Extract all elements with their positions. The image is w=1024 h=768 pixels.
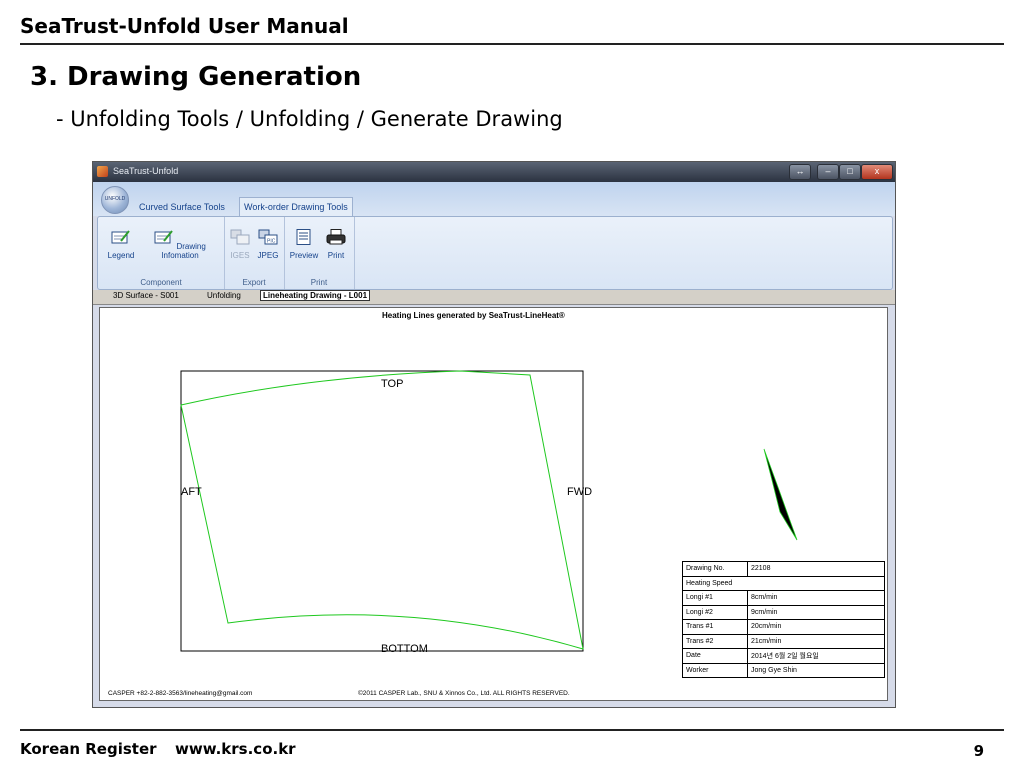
table-row: Heating Speed <box>682 575 885 591</box>
ribbon-panel: Legend Drawing Infomation Component IGES… <box>97 216 893 290</box>
info-value: 2014년 6월 2일 월요일 <box>747 648 885 664</box>
info-key: Trans #2 <box>682 633 748 649</box>
surface-preview-shape <box>763 448 798 541</box>
application-orb-button[interactable]: UNFOLD <box>101 186 129 214</box>
jpeg-label: JPEG <box>257 251 279 260</box>
window-title: SeaTrust-Unfold <box>113 166 179 176</box>
legend-label: Legend <box>107 251 135 260</box>
maximize-button[interactable]: □ <box>839 164 861 180</box>
info-value: Jong Gye Shin <box>747 662 885 678</box>
copyright-text: ©2011 CASPER Lab., SNU & Xinnos Co., Ltd… <box>358 689 570 697</box>
table-row: Longi #1 8cm/min <box>682 590 885 606</box>
svg-text:PIC: PIC <box>267 239 276 245</box>
jpeg-button[interactable]: PIC JPEG <box>254 229 282 260</box>
label-bottom: BOTTOM <box>381 643 428 655</box>
info-key: Longi #1 <box>682 590 748 606</box>
table-row: Trans #2 21cm/min <box>682 633 885 649</box>
iges-icon <box>230 229 250 245</box>
ribbon-group-export: IGES PIC JPEG Export <box>224 217 285 289</box>
table-row: Drawing No. 22108 <box>682 561 885 577</box>
section-title: 3. Drawing Generation <box>30 62 362 92</box>
info-value: 20cm/min <box>747 619 885 635</box>
info-key: Drawing No. <box>682 561 748 577</box>
jpeg-icon: PIC <box>258 229 278 245</box>
info-value: 8cm/min <box>747 590 885 606</box>
contact-text: CASPER +82-2-882-3563/lineheating@gmail.… <box>108 690 252 697</box>
info-key: Date <box>682 648 748 664</box>
orb-label: UNFOLD <box>104 196 126 202</box>
preview-button[interactable]: Preview <box>286 229 322 260</box>
page-number: 9 <box>973 742 984 760</box>
manual-header: SeaTrust-Unfold User Manual <box>20 14 349 38</box>
printer-icon <box>326 229 346 245</box>
footer-url[interactable]: www.krs.co.kr <box>175 740 296 758</box>
drawing-info-table: Drawing No. 22108 Heating Speed Longi #1 8… <box>682 561 885 678</box>
legend-button[interactable]: Legend <box>104 229 138 260</box>
footer-divider <box>20 729 1004 731</box>
info-key: Heating Speed <box>682 575 885 591</box>
drawing-information-button[interactable]: Drawing Infomation <box>138 229 222 260</box>
table-row: Longi #2 9cm/min <box>682 604 885 620</box>
restore-button[interactable]: ↔ <box>789 164 811 180</box>
info-key: Longi #2 <box>682 604 748 620</box>
info-key: Worker <box>682 662 748 678</box>
label-aft: AFT <box>181 486 202 498</box>
tab-lineheating-drawing[interactable]: Lineheating Drawing - L001 <box>260 290 371 301</box>
info-key: Trans #1 <box>682 619 748 635</box>
app-window: SeaTrust-Unfold ↔ – □ x UNFOLD Curved Su… <box>92 161 896 708</box>
component-group-label: Component <box>140 278 182 287</box>
preview-label: Preview <box>289 251 319 260</box>
section-path: - Unfolding Tools / Unfolding / Generate… <box>56 107 563 131</box>
tab-curved-surface-tools[interactable]: Curved Surface Tools <box>135 198 229 216</box>
print-button[interactable]: Print <box>322 229 350 260</box>
info-value: 22108 <box>747 561 885 577</box>
print-group-label: Print <box>310 278 328 287</box>
label-fwd: FWD <box>567 486 592 498</box>
title-bar[interactable]: SeaTrust-Unfold ↔ – □ x <box>93 162 895 182</box>
ribbon-tab-row: UNFOLD Curved Surface Tools Work-order D… <box>93 182 895 216</box>
legend-icon <box>111 230 130 244</box>
table-row: Date 2014년 6월 2일 월요일 <box>682 648 885 664</box>
app-icon <box>97 166 108 177</box>
drawing-canvas[interactable]: Heating Lines generated by SeaTrust-Line… <box>99 307 888 701</box>
export-group-label: Export <box>242 278 266 287</box>
document-tab-strip: 3D Surface - S001 Unfolding Lineheating … <box>93 290 895 305</box>
ribbon-group-component: Legend Drawing Infomation Component <box>98 217 225 289</box>
footer-organization: Korean Register <box>20 740 157 758</box>
preview-icon <box>296 229 311 245</box>
plate-frame <box>180 370 584 652</box>
close-button[interactable]: x <box>861 164 893 180</box>
table-row: Worker Jong Gye Shin <box>682 662 885 678</box>
label-top: TOP <box>381 378 403 390</box>
minimize-button[interactable]: – <box>817 164 839 180</box>
iges-label: IGES <box>230 251 250 260</box>
header-divider <box>20 43 1004 45</box>
drawing-info-icon <box>154 230 173 244</box>
tab-3d-surface[interactable]: 3D Surface - S001 <box>113 291 179 300</box>
iges-button: IGES <box>226 229 254 260</box>
tab-unfolding[interactable]: Unfolding <box>207 291 241 300</box>
print-label: Print <box>327 251 345 260</box>
info-value: 21cm/min <box>747 633 885 649</box>
table-row: Trans #1 20cm/min <box>682 619 885 635</box>
drawing-title: Heating Lines generated by SeaTrust-Line… <box>382 311 565 320</box>
ribbon-group-print: Preview Print Print <box>284 217 355 289</box>
unfolded-plate-outline <box>180 370 584 650</box>
info-value: 9cm/min <box>747 604 885 620</box>
tab-work-order-drawing-tools[interactable]: Work-order Drawing Tools <box>239 197 353 216</box>
